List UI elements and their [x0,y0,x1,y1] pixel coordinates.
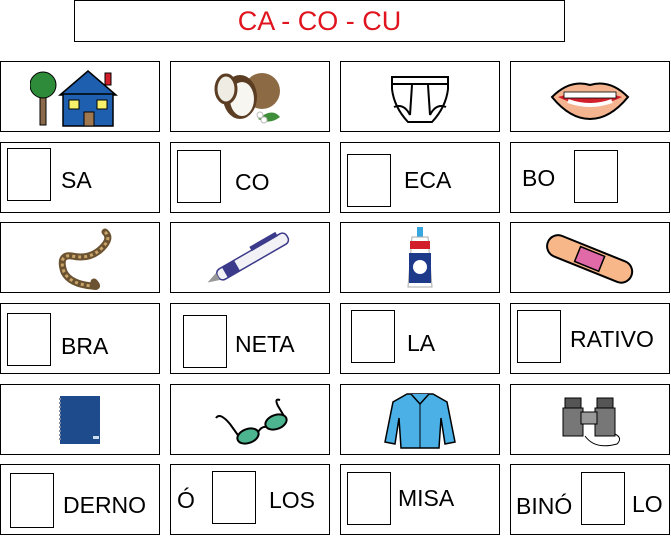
word-fragment: DERNO [63,492,147,518]
word-fragment: BO [522,165,556,191]
answer-box[interactable] [7,313,51,366]
word-card-oculos: Ó LOS [170,464,330,535]
picture-card-mouth [510,61,670,132]
word-card-camisa: MISA [340,464,500,535]
underwear-icon [391,75,449,123]
answer-box[interactable] [7,148,51,201]
picture-card-bandage [510,222,670,293]
picture-card-coconut [170,61,330,132]
answer-box[interactable] [581,472,625,525]
answer-box[interactable] [517,310,561,363]
word-fragment: NETA [235,331,295,357]
word-card-cueca: ECA [340,142,500,213]
word-card-cola: LA [340,303,500,374]
word-fragment: LA [407,330,436,356]
answer-box[interactable] [574,150,618,203]
answer-box[interactable] [347,472,391,525]
shirt-icon [384,392,456,449]
pen-icon [207,231,290,282]
word-fragment: Ó [177,487,195,513]
word-fragment: SA [61,167,92,193]
word-card-boca: BO [510,142,670,213]
word-card-curativo: RATIVO [510,303,670,374]
word-card-cobra: BRA [0,303,160,374]
word-card-caderno: DERNO [0,464,160,535]
word-fragment: LO [632,491,663,517]
word-fragment: CO [235,169,270,195]
glue-icon [407,226,433,287]
picture-card-pen [170,222,330,293]
notebook-icon [59,395,100,444]
answer-box[interactable] [351,310,395,363]
word-fragment: BRA [61,333,109,359]
picture-card-shirt [340,384,500,455]
word-card-casa: SA [0,142,160,213]
picture-card-glasses [170,384,330,455]
picture-card-underwear [340,61,500,132]
picture-card-notebook [0,384,160,455]
glasses-icon [215,398,288,445]
word-fragment: LOS [269,487,316,513]
word-fragment: ECA [404,167,452,193]
word-fragment: RATIVO [570,326,654,352]
coconut-icon [214,72,280,123]
word-fragment: MISA [398,485,455,511]
answer-box[interactable] [10,473,54,528]
mouth-icon [550,82,630,120]
answer-box[interactable] [347,154,391,207]
picture-card-glue [340,222,500,293]
answer-box[interactable] [177,150,221,203]
word-fragment: BINÓ [516,493,573,519]
house-icon [30,69,119,127]
bandage-icon [546,233,634,284]
picture-card-snake [0,222,160,293]
snake-icon [58,228,112,290]
picture-card-binoculars [510,384,670,455]
word-card-coco: CO [170,142,330,213]
binoculars-icon [562,397,621,446]
worksheet-title: CA - CO - CU [74,0,565,42]
answer-box[interactable] [212,471,256,524]
picture-card-house [0,61,160,132]
word-card-binoculo: BINÓ LO [510,464,670,535]
answer-box[interactable] [183,315,227,368]
word-card-caneta: NETA [170,303,330,374]
